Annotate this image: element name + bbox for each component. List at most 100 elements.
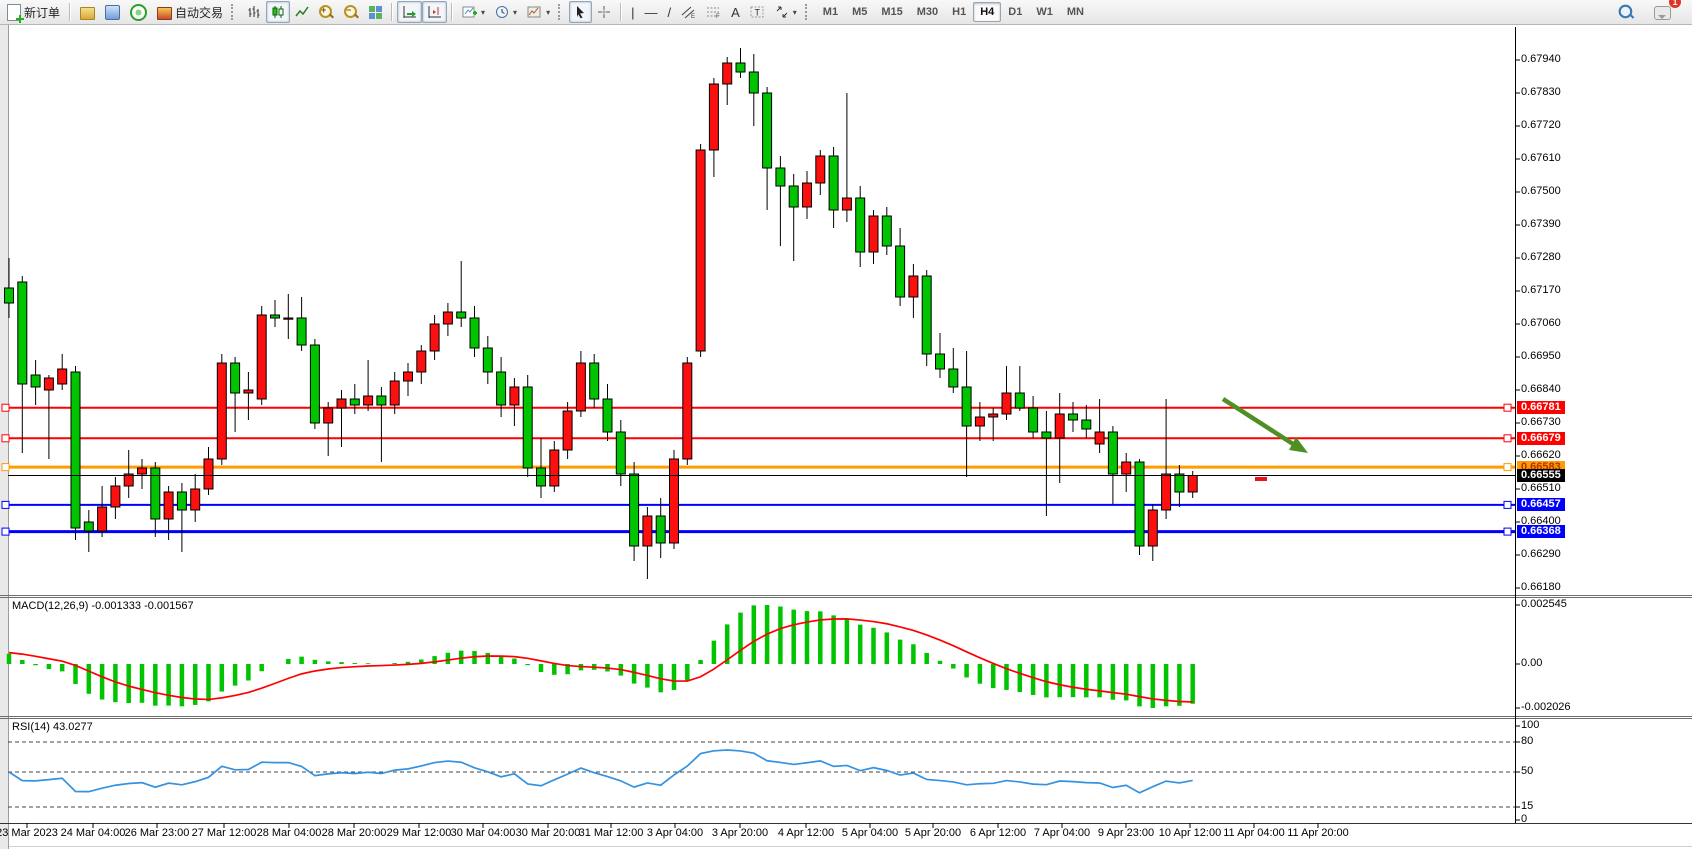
- timeframe-m1[interactable]: M1: [816, 2, 845, 22]
- timeframe-d1[interactable]: D1: [1001, 2, 1029, 22]
- chart-shift-button[interactable]: [422, 1, 447, 23]
- chat-icon: [1654, 6, 1671, 20]
- zoom-in-icon: +: [319, 5, 334, 20]
- time-axis-label: 9 Apr 23:00: [1098, 827, 1154, 839]
- signals-icon: [130, 4, 147, 21]
- template-icon: [527, 5, 542, 19]
- line-chart-mode-button[interactable]: [290, 1, 314, 23]
- text-label-tool[interactable]: T: [745, 1, 770, 23]
- auto-scroll-button[interactable]: [397, 1, 422, 23]
- arrows-icon: [775, 5, 789, 19]
- text-tool[interactable]: A: [726, 1, 745, 23]
- tile-windows-button[interactable]: [364, 1, 387, 23]
- small-red-dash-marker: [1255, 477, 1267, 481]
- current-price-label: 0.66555: [1517, 469, 1565, 482]
- price-tick-label: 0.66950: [1521, 350, 1561, 362]
- time-axis-label: 29 Mar 12:00: [387, 827, 452, 839]
- timeframe-mn[interactable]: MN: [1060, 2, 1091, 22]
- time-axis-label: 30 Mar 04:00: [451, 827, 516, 839]
- toolbar-grip[interactable]: [558, 4, 566, 20]
- timeframe-h4[interactable]: H4: [973, 2, 1001, 22]
- fibonacci-tool[interactable]: F: [701, 1, 726, 23]
- time-axis-label: 27 Mar 12:00: [192, 827, 257, 839]
- dropdown-caret: ▾: [793, 8, 797, 17]
- crosshair-icon: [597, 5, 611, 19]
- trendline-tool[interactable]: /: [662, 1, 676, 23]
- arrows-tool[interactable]: ▾: [770, 1, 802, 23]
- rsi-indicator-label: RSI(14) 43.0277: [12, 721, 93, 733]
- auto-trading-label: 自动交易: [175, 4, 223, 21]
- time-axis-label: 3 Apr 20:00: [712, 827, 768, 839]
- search-icon: [1619, 4, 1635, 20]
- community-button[interactable]: 1: [1649, 1, 1676, 23]
- timeframe-m5[interactable]: M5: [845, 2, 874, 22]
- macd-tick-label: -0.002026: [1521, 701, 1571, 713]
- toolbar-grip[interactable]: [231, 4, 239, 20]
- time-axis-label: 7 Apr 04:00: [1034, 827, 1090, 839]
- equidistant-channel-tool[interactable]: E: [676, 1, 701, 23]
- chart-profiles-button[interactable]: [75, 1, 100, 23]
- market-watch-icon: [105, 5, 120, 20]
- chart-window[interactable]: [0, 25, 1692, 849]
- text-label-icon: T: [750, 5, 765, 19]
- zoom-in-button[interactable]: +: [314, 1, 339, 23]
- time-axis-label: 11 Apr 20:00: [1287, 827, 1349, 839]
- time-axis-label: 6 Apr 12:00: [970, 827, 1026, 839]
- horizontal-line-tool[interactable]: —: [639, 1, 662, 23]
- notification-badge: 1: [1669, 0, 1681, 8]
- price-tick-label: 0.67170: [1521, 284, 1561, 296]
- cursor-icon: [574, 5, 587, 19]
- price-tick-label: 0.67610: [1521, 152, 1561, 164]
- search-button[interactable]: [1614, 1, 1639, 23]
- cursor-button[interactable]: [569, 1, 592, 23]
- price-level-label: 0.66368: [1517, 525, 1565, 538]
- bar-chart-mode-button[interactable]: [242, 1, 266, 23]
- signals-button[interactable]: [125, 1, 152, 23]
- indicators-icon: [462, 5, 477, 19]
- timeframe-h1[interactable]: H1: [945, 2, 973, 22]
- price-tick-label: 0.67500: [1521, 185, 1561, 197]
- toolbar-grip[interactable]: [805, 4, 813, 20]
- price-tick-label: 0.66840: [1521, 383, 1561, 395]
- templates-button[interactable]: ▾: [522, 1, 555, 23]
- line-chart-icon: [295, 5, 309, 19]
- macd-tick-label: 0.002545: [1521, 598, 1567, 610]
- svg-text:T: T: [754, 8, 760, 18]
- rsi-tick-label: 50: [1521, 765, 1533, 777]
- indicators-button[interactable]: ▾: [457, 1, 490, 23]
- price-tick-label: 0.66180: [1521, 581, 1561, 593]
- auto-trading-icon: [157, 7, 172, 20]
- dropdown-caret: ▾: [513, 8, 517, 17]
- zoom-out-button[interactable]: −: [339, 1, 364, 23]
- trendline-icon: /: [667, 6, 671, 19]
- crosshair-button[interactable]: [592, 1, 616, 23]
- vertical-line-icon: |: [631, 6, 634, 19]
- dropdown-caret: ▾: [481, 8, 485, 17]
- macd-tick-label: 0.00: [1521, 657, 1542, 669]
- auto-trading-button[interactable]: 自动交易: [152, 1, 228, 23]
- separator: [620, 3, 622, 21]
- main-toolbar: 新订单 自动交易 + −: [0, 0, 1692, 25]
- rsi-tick-label: 80: [1521, 735, 1533, 747]
- timeframe-w1[interactable]: W1: [1029, 2, 1060, 22]
- separator: [391, 3, 393, 21]
- timeframe-m15[interactable]: M15: [874, 2, 909, 22]
- svg-text:F: F: [716, 14, 720, 19]
- tile-windows-icon: [369, 6, 382, 19]
- price-level-label: 0.66679: [1517, 432, 1565, 445]
- timeframe-m30[interactable]: M30: [910, 2, 945, 22]
- vertical-line-tool[interactable]: |: [626, 1, 639, 23]
- time-axis-label: 30 Mar 20:00: [516, 827, 581, 839]
- periods-button[interactable]: ▾: [490, 1, 522, 23]
- horizontal-line-icon: —: [644, 6, 657, 19]
- auto-scroll-icon: [402, 5, 417, 19]
- price-tick-label: 0.66290: [1521, 548, 1561, 560]
- rsi-tick-label: 0: [1521, 813, 1527, 825]
- market-watch-button[interactable]: [100, 1, 125, 23]
- candlestick-mode-button[interactable]: [266, 1, 290, 23]
- window-bottom-border: [0, 846, 1692, 847]
- price-tick-label: 0.67060: [1521, 317, 1561, 329]
- rsi-tick-label: 100: [1521, 719, 1539, 731]
- dropdown-caret: ▾: [546, 8, 550, 17]
- new-order-button[interactable]: 新订单: [2, 1, 65, 23]
